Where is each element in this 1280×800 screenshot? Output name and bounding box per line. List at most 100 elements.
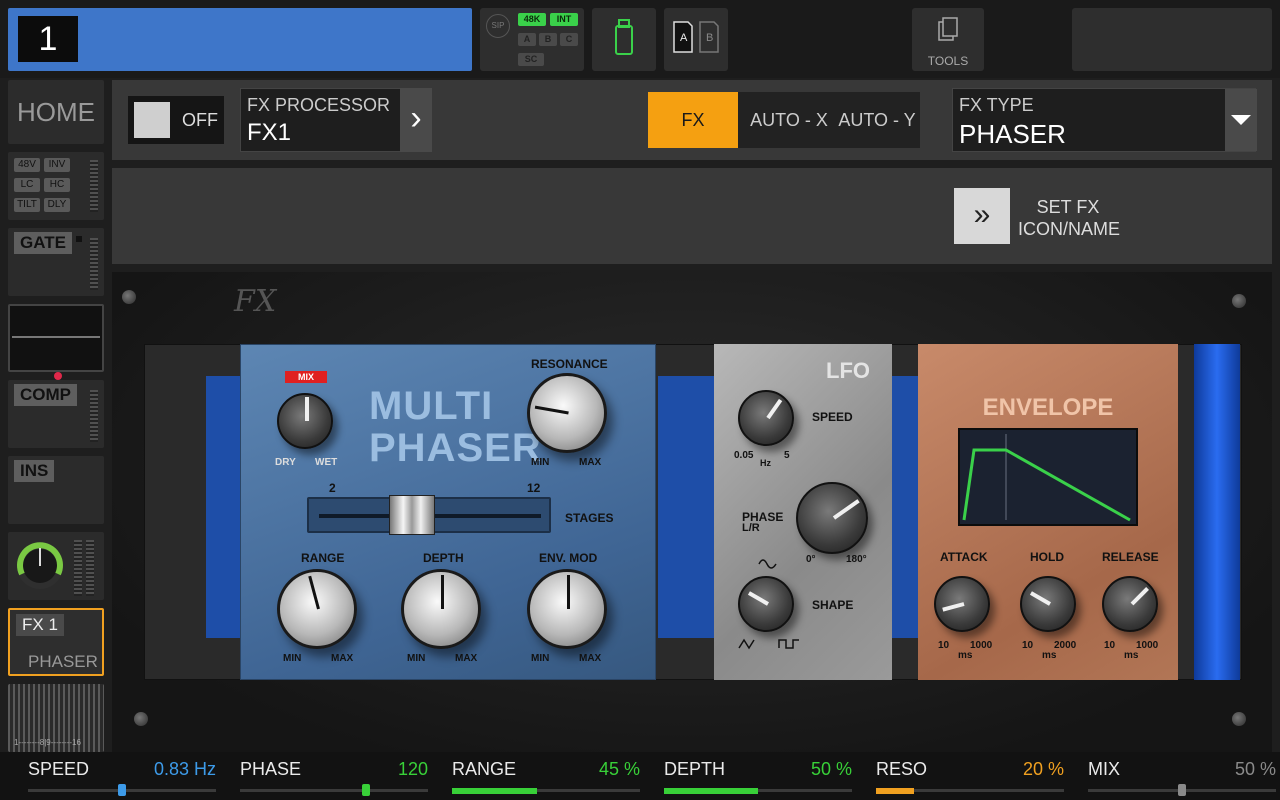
fx1-label: FX 1 [16, 614, 64, 636]
stages-max-label: 12 [527, 481, 541, 495]
phaser-title-line1: MULTI [369, 384, 494, 428]
comp-module[interactable]: COMP [8, 380, 104, 448]
lfo-title: LFO [826, 358, 870, 383]
envelope-title: ENVELOPE [982, 394, 1114, 421]
param-name: PHASE [240, 759, 302, 779]
fx-type-dropdown[interactable]: FX TYPE PHASER [952, 88, 1257, 152]
toggle-state-label: OFF [182, 110, 218, 130]
lfo-speed-max: 5 [784, 450, 790, 461]
stages-slider-thumb[interactable] [389, 495, 435, 535]
empty-top-slot[interactable] [1072, 8, 1272, 71]
fx1-type: PHASER [28, 652, 98, 671]
tools-button[interactable]: TOOLS [912, 8, 984, 71]
tools-label: TOOLS [927, 54, 969, 68]
lfo-phase-min: 0° [806, 554, 816, 565]
param-slider-thumb[interactable] [361, 784, 370, 796]
sip-indicator: SIP [486, 14, 510, 38]
param-slider-thumb[interactable] [1178, 784, 1186, 796]
lfo-speed-knob[interactable] [738, 390, 794, 446]
channel-strip-selector[interactable]: 1 [8, 8, 472, 71]
param-speed[interactable]: SPEED 0.83 Hz [28, 752, 216, 800]
scene-ab-button[interactable]: A B [664, 8, 728, 71]
param-value: 50 % [810, 759, 852, 779]
gate-meter [90, 238, 98, 290]
ab-cards-icon [673, 21, 719, 53]
attack-max: 1000 [970, 640, 993, 651]
envelope-panel: ENVELOPE ATTACK 10 1000 ms HOLD 10 2000 … [918, 344, 1178, 680]
lfo-phase-knob[interactable] [796, 482, 868, 554]
envmod-max: MAX [579, 653, 602, 664]
param-phase[interactable]: PHASE 120 [240, 752, 428, 800]
bus-meters-module[interactable]: 1--------8|9--------16 [8, 684, 104, 752]
mode-auto-y-button[interactable]: AUTO - Y [834, 92, 920, 148]
param-slider[interactable] [452, 788, 640, 794]
mix-wet-label: WET [315, 457, 338, 468]
mix-tag: MIX [285, 371, 327, 383]
param-slider-thumb[interactable] [118, 784, 126, 796]
fader-module[interactable] [8, 532, 104, 600]
depth-max: MAX [455, 653, 478, 664]
stages-slider[interactable] [307, 495, 551, 535]
param-slider[interactable] [28, 784, 216, 796]
set-fx-label-line1: SET FX [1036, 197, 1100, 217]
hold-max: 2000 [1054, 640, 1077, 651]
eq-module[interactable] [8, 304, 104, 380]
fx-power-toggle[interactable]: OFF [128, 96, 224, 144]
bus-meter-scale: 1--------8|9--------16 [14, 738, 81, 747]
fx-header: OFF FX PROCESSOR FX1 › FX AUTO - X AUTO … [112, 80, 1272, 160]
fx-rack: FX MULTI PHASER MIX DRY WET RESONANCE MI… [112, 272, 1272, 752]
release-min: 10 [1104, 640, 1116, 651]
lfo-panel: LFO SPEED 0.05 Hz 5 PHASE L/R 0° 180° SH… [714, 344, 892, 680]
range-knob[interactable] [277, 569, 357, 649]
usb-status-button[interactable] [592, 8, 656, 71]
chevron-down-icon[interactable] [1225, 89, 1257, 151]
param-depth[interactable]: DEPTH 50 % [664, 752, 852, 800]
set-fx-label: SET FX ICON/NAME [1018, 196, 1120, 240]
gate-module[interactable]: GATE [8, 228, 104, 296]
preamp-module[interactable]: 48V INV LC HC TILT DLY [8, 152, 104, 220]
insert-module[interactable]: INS [8, 456, 104, 524]
clock-tag: INT [550, 13, 578, 26]
screw-icon [1232, 294, 1246, 308]
gate-indicator [76, 236, 82, 242]
release-knob[interactable] [1102, 576, 1158, 632]
mode-auto-x-button[interactable]: AUTO - X [746, 92, 832, 148]
param-slider[interactable] [1088, 784, 1276, 796]
param-reso[interactable]: RESO 20 % [876, 752, 1064, 800]
param-range[interactable]: RANGE 45 % [452, 752, 640, 800]
sync-status-panel[interactable]: SIP 48K INT A B C SC [480, 8, 584, 71]
parameter-bar: SPEED 0.83 Hz PHASE 120 RANGE 45 % DEPTH 50 % RE… [0, 752, 1280, 800]
fx1-module[interactable]: FX 1 PHASER [8, 608, 104, 676]
envmod-min: MIN [531, 653, 550, 664]
home-button[interactable]: HOME [8, 80, 104, 144]
screw-icon [134, 712, 148, 726]
attack-knob[interactable] [934, 576, 990, 632]
param-slider[interactable] [876, 788, 1064, 794]
lfo-speed-min: 0.05 [734, 450, 754, 461]
lfo-speed-unit: Hz [760, 458, 771, 468]
param-name: RANGE [452, 759, 517, 779]
mode-fx-button[interactable]: FX [648, 92, 738, 148]
hold-knob[interactable] [1020, 576, 1076, 632]
envmod-knob[interactable] [527, 569, 607, 649]
param-slider[interactable] [664, 788, 852, 794]
mix-knob[interactable] [277, 393, 333, 449]
param-slider-fill [876, 788, 914, 794]
param-mix[interactable]: MIX 50 % [1088, 752, 1276, 800]
comp-label: COMP [14, 384, 77, 406]
lfo-shape-knob[interactable] [738, 576, 794, 632]
depth-knob[interactable] [401, 569, 481, 649]
hold-min: 10 [1022, 640, 1034, 651]
lfo-speed-label: SPEED [812, 410, 853, 424]
param-slider[interactable] [240, 784, 428, 796]
chevron-right-icon[interactable]: › [400, 88, 432, 152]
screw-icon [1232, 712, 1246, 726]
release-max: 1000 [1136, 640, 1159, 651]
mode-segmented-control: FX AUTO - X AUTO - Y [648, 92, 920, 148]
double-chevron-right-icon: » [973, 198, 991, 231]
resonance-knob[interactable] [527, 373, 607, 453]
depth-label: DEPTH [423, 551, 464, 565]
tag-sc: SC [518, 53, 544, 66]
phaser-title: MULTI PHASER [369, 385, 542, 469]
set-fx-icon-button[interactable]: » [954, 188, 1010, 244]
